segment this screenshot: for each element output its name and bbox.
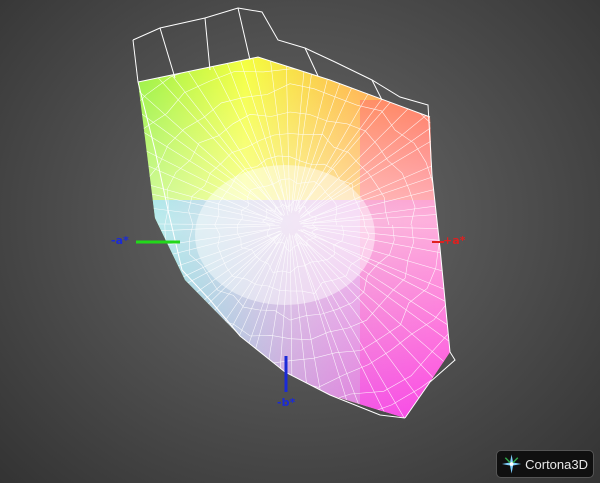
cortona3d-logo-badge[interactable]: Cortona3D (496, 450, 594, 478)
pos-a-axis-label: +a* (443, 234, 466, 247)
cortona3d-brand-text: Cortona3D (525, 456, 588, 472)
cortona-star-icon (501, 454, 522, 474)
3d-viewport[interactable]: -a* +a* -b* Cortona3D (0, 0, 600, 483)
neg-b-axis-label: -b* (277, 396, 296, 409)
gamut-3d-scene[interactable] (0, 0, 600, 483)
neg-a-axis-label: -a* (111, 234, 129, 247)
gamut-surface (138, 57, 450, 418)
